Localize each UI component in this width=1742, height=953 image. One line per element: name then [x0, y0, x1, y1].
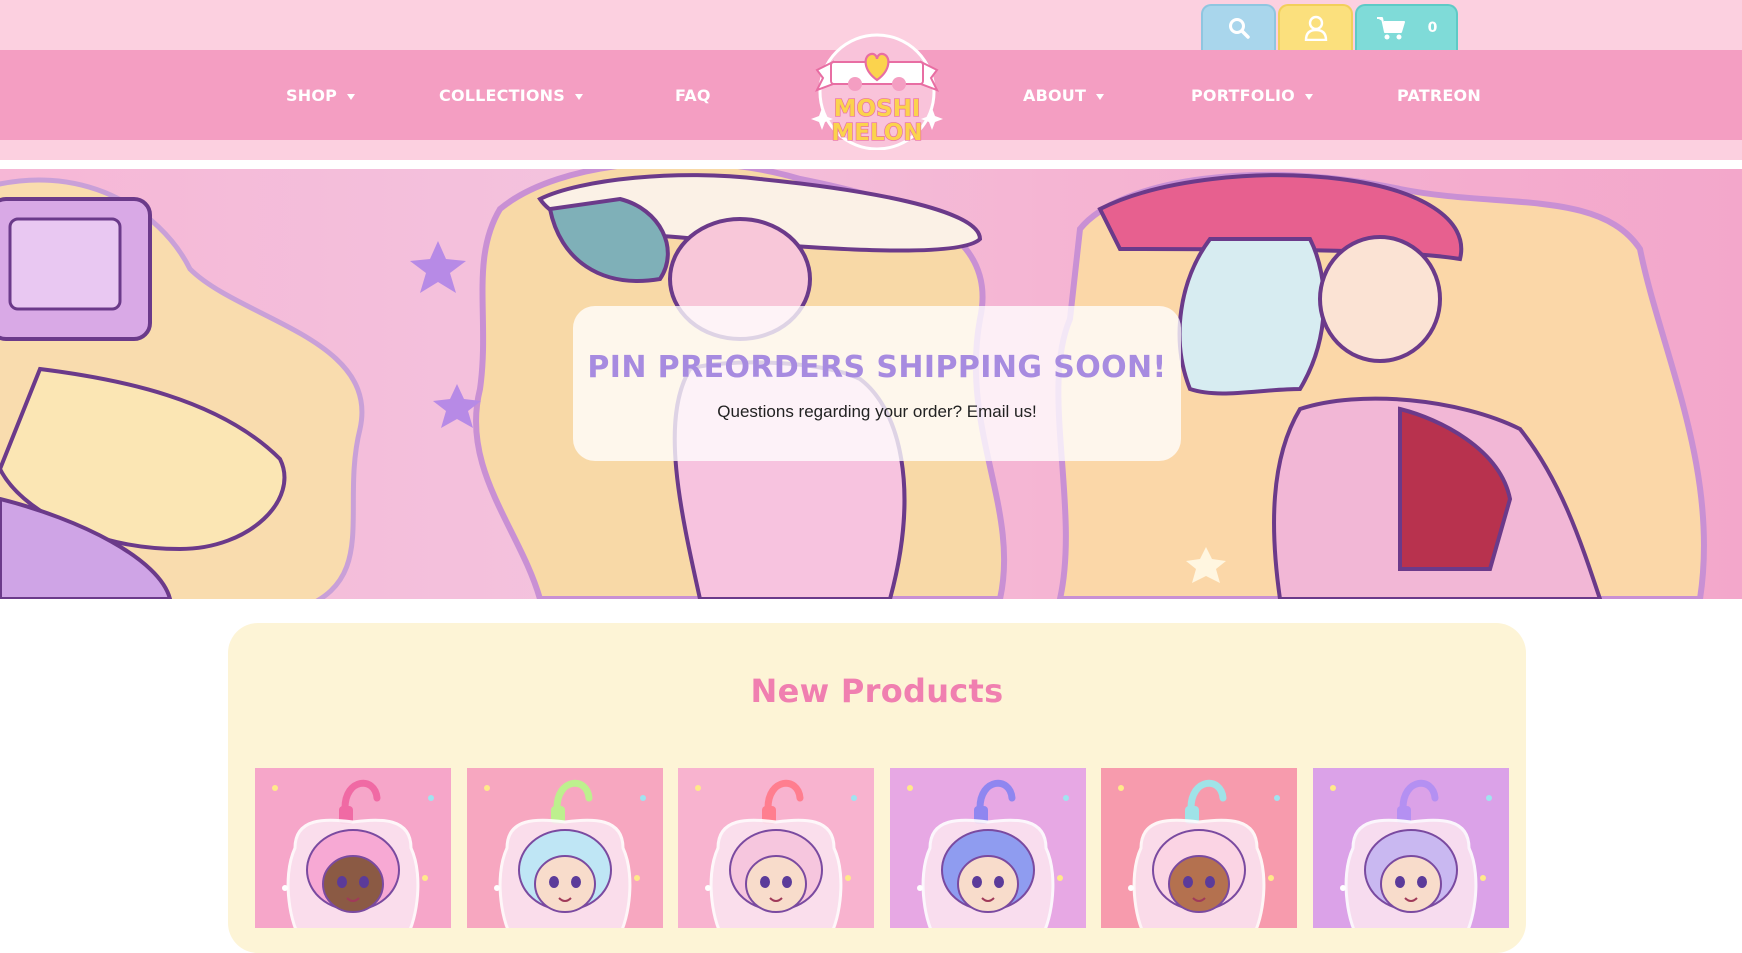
nav-collections-label: COLLECTIONS	[439, 85, 565, 105]
logo-dot-left	[848, 77, 862, 91]
nav-portfolio[interactable]: PORTFOLIO	[1191, 50, 1313, 140]
logo-word-top: MOSHI	[834, 96, 921, 122]
new-products-section: New Products	[228, 623, 1526, 953]
nav-shop[interactable]: SHOP	[286, 50, 356, 140]
nav-about[interactable]: ABOUT	[1023, 50, 1105, 140]
product-image	[255, 768, 451, 928]
logo-dot-right	[892, 77, 906, 91]
hero-title: PIN PREORDERS SHIPPING SOON!	[587, 350, 1167, 385]
nav-faq[interactable]: FAQ	[675, 50, 711, 140]
product-card[interactable]	[889, 768, 1086, 928]
product-card[interactable]	[255, 768, 451, 928]
nav-faq-label: FAQ	[675, 85, 711, 105]
product-image	[889, 768, 1086, 928]
dropdown-caret-icon	[1304, 93, 1313, 100]
cart-icon	[1376, 17, 1405, 40]
cart-count: 0	[1427, 20, 1438, 36]
hero-announcement-panel: PIN PREORDERS SHIPPING SOON! Questions r…	[573, 306, 1181, 461]
product-image	[678, 768, 874, 928]
product-image	[1101, 768, 1297, 928]
nav-about-label: ABOUT	[1023, 85, 1087, 105]
nav-patreon[interactable]: PATREON	[1397, 50, 1481, 140]
search-button[interactable]	[1201, 4, 1276, 50]
logo-word-bottom: MELON	[831, 120, 922, 146]
account-button[interactable]	[1278, 4, 1353, 50]
user-icon	[1304, 15, 1327, 41]
search-icon	[1228, 18, 1250, 39]
dropdown-caret-icon	[347, 93, 356, 100]
product-image	[1312, 768, 1509, 928]
product-image	[466, 768, 663, 928]
nav-patreon-label: PATREON	[1397, 85, 1481, 105]
product-card[interactable]	[1312, 768, 1509, 928]
new-products-heading: New Products	[750, 672, 1004, 710]
dropdown-caret-icon	[575, 93, 583, 100]
product-card[interactable]	[1101, 768, 1297, 928]
cart-button[interactable]: 0	[1355, 4, 1458, 50]
product-card[interactable]	[466, 768, 663, 928]
nav-collections[interactable]: COLLECTIONS	[439, 50, 583, 140]
hero-banner: PIN PREORDERS SHIPPING SOON! Questions r…	[0, 169, 1742, 599]
dropdown-caret-icon	[1096, 93, 1105, 100]
hero-subtitle[interactable]: Questions regarding your order? Email us…	[573, 402, 1181, 422]
nav-shop-label: SHOP	[286, 85, 338, 105]
site-logo[interactable]: MOSHI MELON	[803, 26, 951, 150]
product-card[interactable]	[678, 768, 874, 928]
nav-portfolio-label: PORTFOLIO	[1191, 85, 1295, 105]
